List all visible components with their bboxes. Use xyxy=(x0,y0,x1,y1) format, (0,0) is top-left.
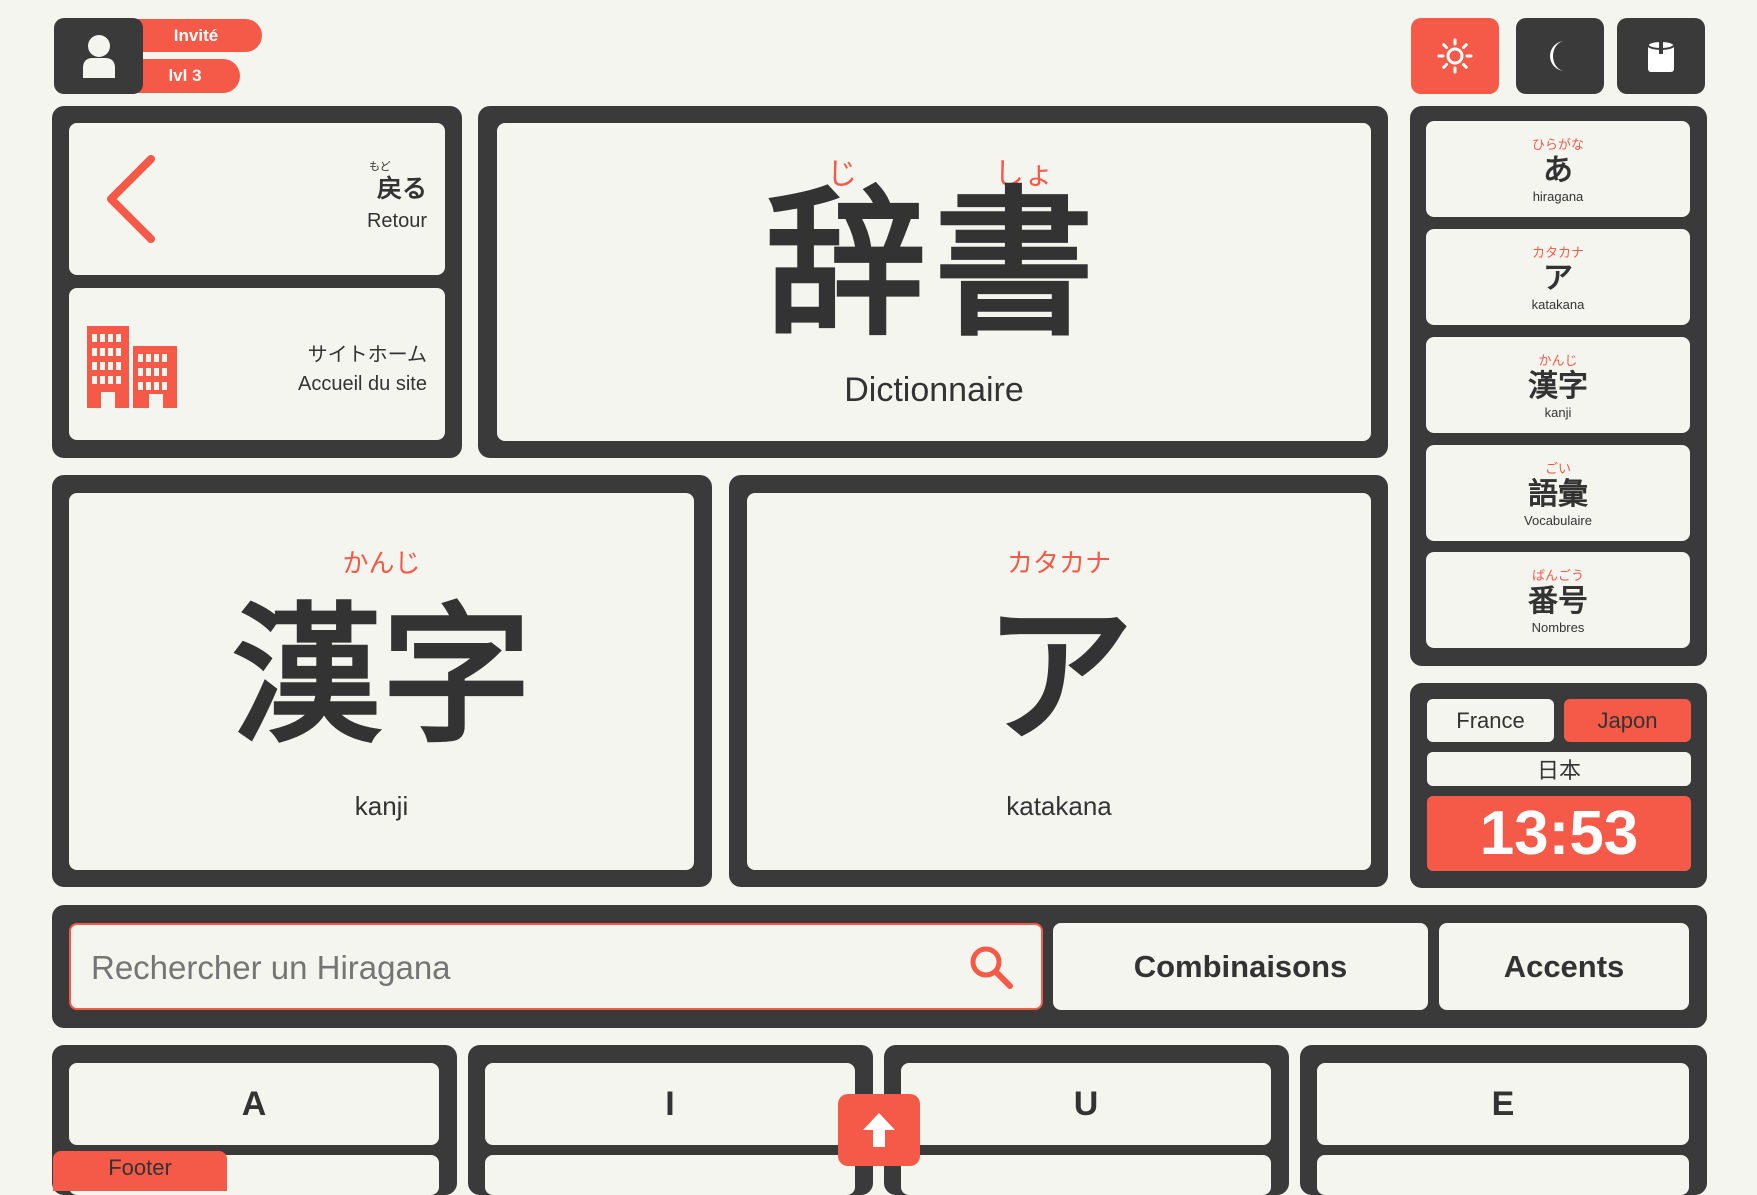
column-header-e[interactable]: E xyxy=(1317,1063,1689,1145)
home-label: Accueil du site xyxy=(298,373,427,395)
back-button[interactable]: もど 戻る Retour xyxy=(69,123,445,275)
level-badge: lvl 3 xyxy=(130,59,240,93)
sidebar-item-label: Nombres xyxy=(1531,620,1585,635)
kanji-furigana: かんじ xyxy=(342,549,421,579)
search-input[interactable] xyxy=(89,925,953,1010)
scroll-top-button[interactable] xyxy=(838,1094,920,1166)
sidebar-item-kana: 漢字 xyxy=(1528,369,1588,404)
sidebar-item-label: hiragana xyxy=(1532,189,1584,204)
sidebar-item-label: kanji xyxy=(1544,405,1572,420)
back-furigana: もど xyxy=(368,161,391,173)
sidebar-item-vocabulaire[interactable]: ごい 語彙 Vocabulaire xyxy=(1426,445,1690,541)
kanji-card[interactable]: かんじ 漢字 kanji xyxy=(69,493,694,870)
home-jp-label: サイトホーム xyxy=(307,342,427,366)
user-icon xyxy=(82,35,115,78)
sidebar-item-label: Vocabulaire xyxy=(1524,513,1592,528)
sidebar-item-nombres[interactable]: ばんごう 番号 Nombres xyxy=(1426,552,1690,648)
dark-theme-button[interactable] xyxy=(1516,18,1604,94)
kanji-label: kanji xyxy=(354,791,409,821)
arrow-up-icon xyxy=(863,1113,895,1147)
sidebar-item-kana: ア xyxy=(1543,261,1573,296)
sidebar-item-kanji[interactable]: かんじ 漢字 kanji xyxy=(1426,337,1690,433)
footer-tab[interactable]: Footer xyxy=(53,1151,227,1191)
light-theme-button[interactable] xyxy=(1411,18,1499,94)
sidebar-item-furigana: ばんごう xyxy=(1531,569,1584,584)
sun-icon xyxy=(1437,38,1473,74)
column-header-a[interactable]: A xyxy=(69,1063,439,1145)
sidebar-item-kana: あ xyxy=(1543,153,1573,188)
sidebar-item-furigana: カタカナ xyxy=(1531,246,1584,261)
site-home-button[interactable]: サイトホーム Accueil du site xyxy=(69,288,445,440)
combinations-button[interactable]: Combinaisons xyxy=(1053,923,1428,1010)
sidebar-item-hiragana[interactable]: ひらがなあ hiragana xyxy=(1426,121,1690,217)
user-avatar-button[interactable] xyxy=(54,18,143,94)
paint-theme-button[interactable] xyxy=(1617,18,1705,94)
clock-location: 日本 xyxy=(1427,752,1691,786)
katakana-glyph: ア xyxy=(983,590,1134,764)
column-header-u[interactable]: U xyxy=(901,1063,1271,1145)
column-header-i[interactable]: I xyxy=(485,1063,855,1145)
sidebar-item-furigana: かんじ xyxy=(1538,354,1578,369)
katakana-label: katakana xyxy=(1006,791,1112,821)
dictionary-kanji: 辞書 xyxy=(765,171,1102,358)
search-icon[interactable] xyxy=(967,943,1015,991)
sidebar-item-kana: 語彙 xyxy=(1528,477,1588,512)
dictionary-card[interactable]: じ しょ 辞書 Dictionnaire xyxy=(497,123,1371,441)
tab-france[interactable]: France xyxy=(1427,699,1554,742)
username-badge: Invité xyxy=(130,19,262,52)
sidebar-item-katakana[interactable]: カタカナア katakana xyxy=(1426,229,1690,325)
sidebar-item-label: katakana xyxy=(1531,297,1585,312)
back-kanji: 戻る xyxy=(376,174,427,203)
dictionary-label: Dictionnaire xyxy=(844,371,1024,409)
moon-icon xyxy=(1550,41,1565,71)
katakana-furigana: カタカナ xyxy=(1006,549,1111,579)
sidebar-item-furigana: ごい xyxy=(1544,462,1571,477)
clock-time: 13:53 xyxy=(1427,796,1691,871)
chevron-left-icon xyxy=(107,155,155,243)
sidebar-item-kana: 番号 xyxy=(1528,584,1588,619)
tab-japan[interactable]: Japon xyxy=(1564,699,1691,742)
buildings-icon xyxy=(87,326,177,408)
back-label: Retour xyxy=(366,210,427,232)
accents-button[interactable]: Accents xyxy=(1439,923,1689,1010)
katakana-card[interactable]: カタカナ ア katakana xyxy=(747,493,1371,870)
paint-bucket-icon xyxy=(1647,40,1675,72)
column-cell[interactable] xyxy=(1317,1155,1689,1195)
column-cell[interactable] xyxy=(901,1155,1271,1195)
kanji-glyph: 漢字 xyxy=(231,590,532,764)
column-cell[interactable] xyxy=(485,1155,855,1195)
sidebar-item-furigana: ひらがな xyxy=(1531,138,1584,153)
search-field[interactable] xyxy=(69,923,1043,1010)
